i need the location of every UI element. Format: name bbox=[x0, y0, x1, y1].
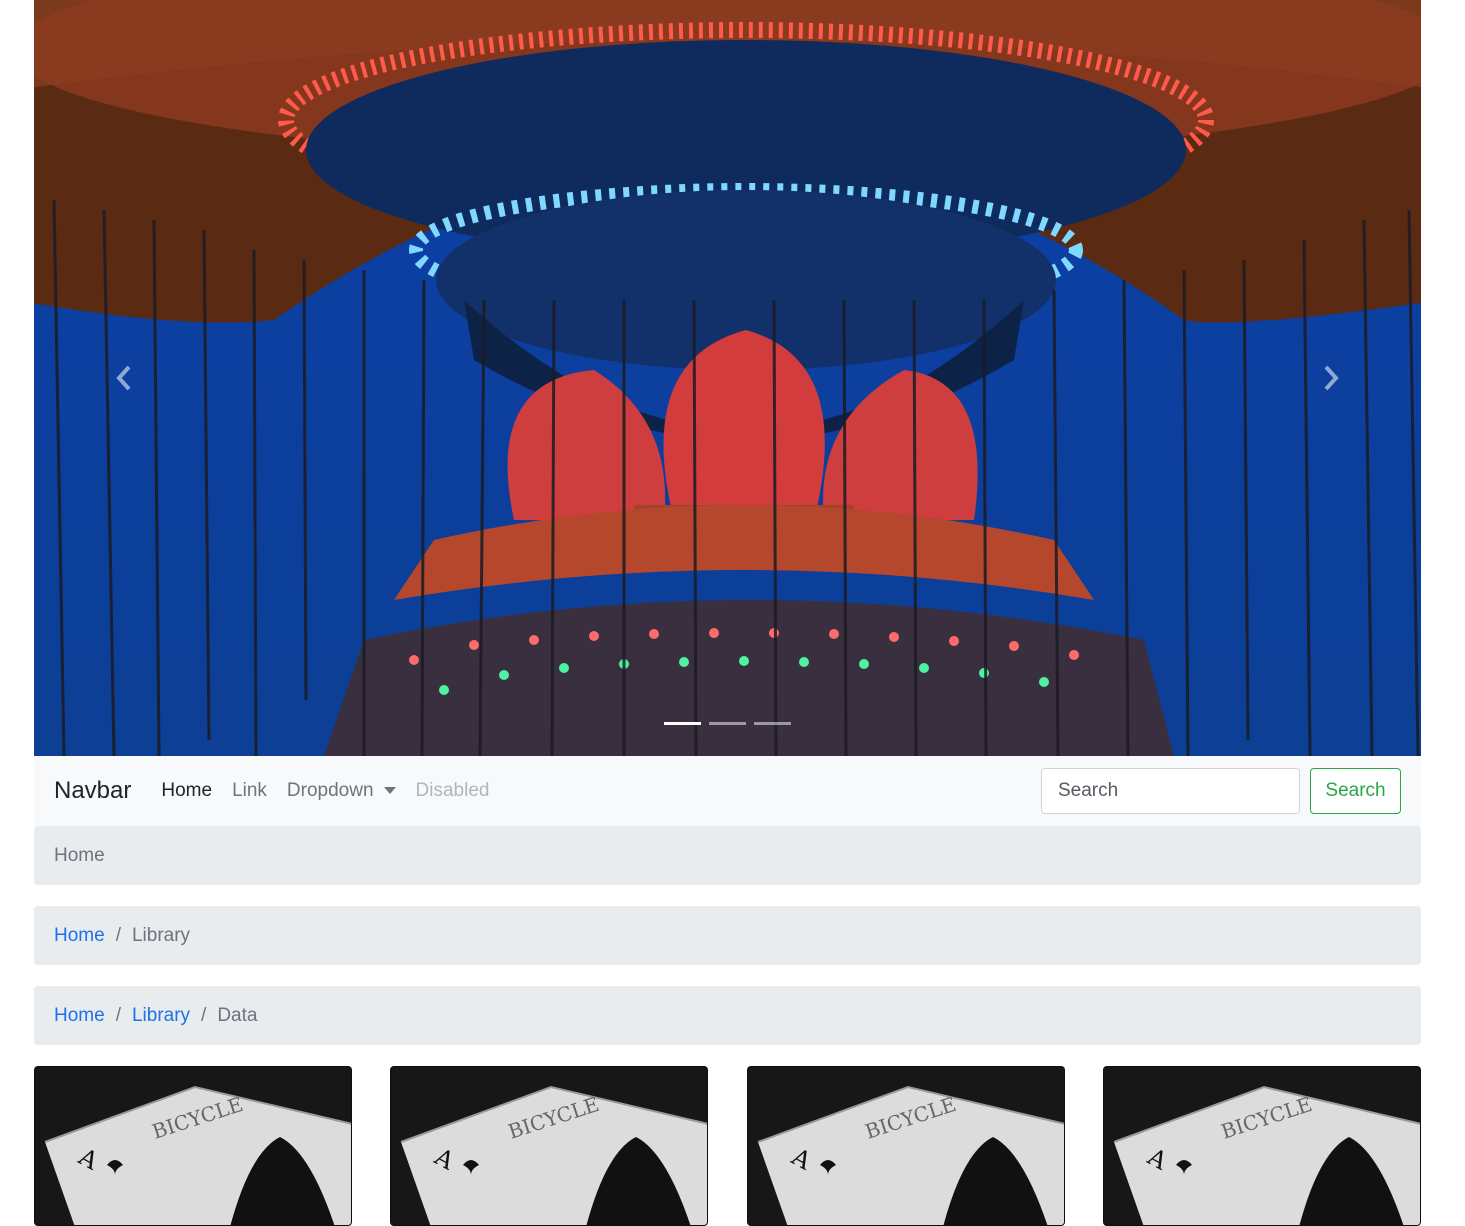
card-image-ace-of-spades: A BICYCLE bbox=[1103, 1067, 1420, 1225]
card[interactable]: A BICYCLE bbox=[390, 1066, 709, 1226]
breadcrumb: Home / Library bbox=[34, 906, 1421, 965]
nav-links: Home Link Dropdown Disabled bbox=[161, 780, 509, 802]
breadcrumb-separator: / bbox=[115, 924, 121, 946]
caret-down-icon bbox=[383, 787, 396, 795]
breadcrumb-link-home[interactable]: Home bbox=[54, 925, 105, 947]
carousel-indicator-1[interactable] bbox=[664, 722, 701, 725]
carousel-indicator-3[interactable] bbox=[754, 722, 791, 725]
image-carousel bbox=[34, 0, 1421, 756]
card[interactable]: A BICYCLE bbox=[34, 1066, 352, 1226]
carousel-prev-button[interactable] bbox=[34, 0, 214, 756]
nav-link-link[interactable]: Link bbox=[232, 780, 267, 802]
nav-link-disabled: Disabled bbox=[415, 780, 490, 801]
breadcrumb-current: Library bbox=[131, 924, 191, 946]
search-form: Search bbox=[1041, 768, 1401, 814]
breadcrumb-link-library[interactable]: Library bbox=[132, 1005, 190, 1027]
card-image-ace-of-spades: A BICYCLE bbox=[391, 1067, 708, 1225]
card-image-ace-of-spades: A BICYCLE bbox=[747, 1067, 1064, 1225]
navbar: Navbar Home Link Dropdown Disabled Searc… bbox=[34, 756, 1421, 826]
carousel-slide-image bbox=[34, 0, 1421, 756]
page-container: Navbar Home Link Dropdown Disabled Searc… bbox=[34, 0, 1421, 1226]
breadcrumb-current: Home bbox=[54, 844, 105, 866]
card[interactable]: A BICYCLE bbox=[746, 1066, 1065, 1226]
card[interactable]: A BICYCLE bbox=[1102, 1066, 1421, 1226]
carousel-indicator-2[interactable] bbox=[709, 722, 746, 725]
breadcrumb-current: Data bbox=[217, 1004, 258, 1026]
search-input[interactable] bbox=[1041, 768, 1300, 814]
breadcrumb-separator: / bbox=[201, 1004, 207, 1026]
nav-dropdown-toggle[interactable]: Dropdown bbox=[287, 780, 396, 802]
carousel-next-button[interactable] bbox=[1241, 0, 1421, 756]
breadcrumb: Home bbox=[34, 826, 1421, 885]
card-image-ace-of-spades: A BICYCLE bbox=[35, 1067, 351, 1225]
breadcrumb-separator: / bbox=[115, 1004, 121, 1026]
chevron-right-icon bbox=[1324, 365, 1339, 391]
nav-dropdown-label: Dropdown bbox=[286, 780, 374, 801]
navbar-brand[interactable]: Navbar bbox=[54, 777, 131, 805]
card-row: A BICYCLE A BICYCLE A BICYCLE A BICYCLE bbox=[34, 1066, 1421, 1226]
chevron-left-icon bbox=[116, 365, 131, 391]
nav-link-home[interactable]: Home bbox=[161, 780, 212, 802]
carousel-indicators bbox=[34, 722, 1421, 725]
search-button[interactable]: Search bbox=[1310, 768, 1401, 814]
breadcrumb-link-home[interactable]: Home bbox=[54, 1005, 105, 1027]
breadcrumb: Home / Library / Data bbox=[34, 986, 1421, 1045]
